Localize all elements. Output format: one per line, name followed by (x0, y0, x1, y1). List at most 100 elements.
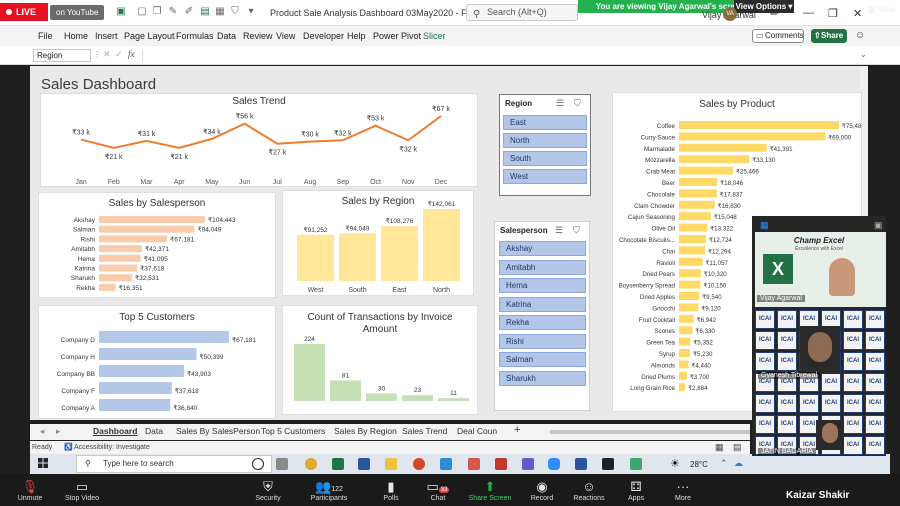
cloud-icon[interactable]: ☁ (734, 458, 743, 469)
restore-icon[interactable]: ❐ (828, 7, 838, 20)
sheet-tab-sales-by-salesperson[interactable]: Sales By SalesPerson (176, 426, 260, 436)
multi-select-icon[interactable]: ☰ (555, 225, 563, 236)
powerpoint-icon[interactable] (413, 458, 425, 470)
multi-select-icon[interactable]: ☰ (556, 98, 564, 109)
video-tile-gyanesh[interactable] (800, 326, 840, 374)
participants-button[interactable]: 👥122 Participants (299, 478, 359, 502)
tab-file[interactable]: File (38, 31, 53, 41)
slicer-item-north[interactable]: North (503, 133, 587, 148)
add-sheet-icon[interactable]: + (514, 424, 520, 436)
prev-sheet-icon[interactable]: ◂ (40, 426, 44, 437)
dropdown-icon[interactable]: ▾ (246, 7, 256, 17)
expand-formula-icon[interactable]: ⌄ (860, 50, 867, 59)
participant-tile[interactable]: ICAI (843, 331, 863, 350)
participant-tile[interactable]: ICAI (843, 415, 863, 434)
participant-tile[interactable]: ICAI (865, 331, 885, 350)
brush-icon[interactable]: ✎ (168, 7, 178, 17)
formula-input[interactable] (142, 49, 862, 62)
cortana-icon[interactable] (252, 458, 264, 470)
participant-tile[interactable]: ICAI (843, 436, 863, 455)
slicer-item-amitabh[interactable]: Amitabh (499, 260, 586, 275)
participant-tile[interactable]: ICAI (865, 415, 885, 434)
sales-trend-panel[interactable]: Sales Trend ₹33 k Jan ₹21 k Feb ₹31 k Mar ₹21 … (40, 93, 478, 187)
edit-icon[interactable]: ✐ (184, 7, 194, 17)
tab-help[interactable]: Help (347, 31, 366, 41)
slicer-item-east[interactable]: East (503, 115, 587, 130)
close-icon[interactable]: ✕ (853, 7, 862, 20)
video-tile-jatin[interactable] (816, 420, 844, 450)
zoom-view-button[interactable]: ▦ View (868, 5, 895, 14)
clear-filter-icon[interactable]: ⛉ (574, 98, 581, 109)
smiley-icon[interactable]: ☺ (855, 30, 865, 41)
participant-tile[interactable]: ICAI (799, 394, 819, 413)
clear-filter-icon[interactable]: ⛉ (573, 225, 580, 236)
video-tile-host[interactable]: Champ Excel Excellence with Excel X Vija… (755, 232, 886, 307)
gallery-layout-icon[interactable]: ▦ (760, 220, 769, 231)
participant-tile[interactable]: ICAI (843, 373, 863, 392)
participant-tile[interactable]: ICAI (777, 415, 797, 434)
tab-data[interactable]: Data (217, 31, 236, 41)
participant-tile[interactable]: ICAI (865, 394, 885, 413)
tab-review[interactable]: Review (243, 31, 273, 41)
mail-icon[interactable] (575, 458, 587, 470)
comments-button[interactable]: ▭ Comments (752, 29, 804, 43)
confirm-icon[interactable]: ✓ (115, 49, 123, 60)
slicer-item-hema[interactable]: Hema (499, 278, 586, 293)
region-slicer[interactable]: Region ☰ ⛉ East North South West (499, 94, 591, 196)
live-badge[interactable]: LIVE (0, 3, 48, 21)
participant-tile[interactable]: ICAI (865, 373, 885, 392)
accessibility-status[interactable]: Accessibility: Investigate (74, 444, 150, 451)
screen-icon[interactable] (440, 458, 452, 470)
tray-up-icon[interactable]: ⌃ (720, 458, 728, 469)
share-button[interactable]: ⇧ Share (811, 29, 847, 43)
minimize-icon[interactable]: — (803, 7, 814, 19)
windows-start-icon[interactable] (38, 458, 48, 468)
participant-tile[interactable]: ICAI (755, 352, 775, 371)
file-explorer-icon[interactable] (385, 458, 397, 470)
next-sheet-icon[interactable]: ▸ (56, 426, 60, 437)
zoom-app-icon[interactable] (548, 458, 560, 470)
participant-tile[interactable]: ICAI (821, 394, 841, 413)
word-icon[interactable] (358, 458, 370, 470)
sheet-tab-data[interactable]: Data (145, 426, 163, 436)
participant-tile[interactable]: ICAI (821, 373, 841, 392)
name-box[interactable]: Region (33, 49, 91, 62)
chrome-icon[interactable] (305, 458, 317, 470)
save-icon[interactable]: ▣ (116, 7, 126, 17)
participant-tile[interactable]: ICAI (777, 394, 797, 413)
transactions-panel[interactable]: Count of Transactions by Invoice Amount 2… (282, 305, 478, 415)
participant-tile[interactable]: ICAI (755, 310, 775, 329)
pen-icon[interactable]: ✏ (770, 7, 779, 20)
more-icon[interactable]: ⋮ (93, 50, 101, 59)
participant-tile[interactable]: ICAI (865, 310, 885, 329)
tab-view[interactable]: View (276, 31, 295, 41)
tab-formulas[interactable]: Formulas (176, 31, 214, 41)
chat-button[interactable]: ▭ 33 Chat (408, 478, 468, 502)
participant-tile[interactable]: ICAI (777, 310, 797, 329)
participant-tile[interactable]: ICAI (777, 352, 797, 371)
fx-label[interactable]: fx (128, 49, 135, 59)
copy-icon[interactable]: ❐ (152, 7, 162, 17)
participant-tile[interactable]: ICAI (843, 394, 863, 413)
slicer-item-west[interactable]: West (503, 169, 587, 184)
participant-tile[interactable]: ICAI (843, 352, 863, 371)
cancel-icon[interactable]: ✕ (103, 49, 111, 60)
sticky-icon[interactable] (602, 458, 614, 470)
horizontal-scrollbar[interactable] (550, 430, 750, 434)
teams-icon[interactable] (522, 458, 534, 470)
slicer-item-sharukh[interactable]: Sharukh (499, 371, 586, 386)
sheet-tab-top-5-customers[interactable]: Top 5 Customers (261, 426, 325, 436)
stop-video-button[interactable]: ▭ Stop Video (52, 478, 112, 502)
slicer-item-rishi[interactable]: Rishi (499, 334, 586, 349)
gallery-expand-icon[interactable]: ▣ (874, 220, 883, 231)
page-layout-icon[interactable]: ▤ (733, 442, 742, 453)
participant-tile[interactable]: ICAI (755, 415, 775, 434)
slicer-item-south[interactable]: South (503, 151, 587, 166)
sales-by-salesperson-panel[interactable]: Sales by Salesperson Akshay ₹104,443 Salma… (38, 192, 276, 298)
slicer-item-akshay[interactable]: Akshay (499, 241, 586, 256)
search-box[interactable]: ⚲ Search (Alt+Q) (466, 4, 578, 21)
user-avatar[interactable]: VA (723, 7, 737, 21)
top-customers-panel[interactable]: Top 5 Customers Company D ₹67,181 Company … (38, 305, 276, 419)
image-icon[interactable]: ▦ (215, 7, 225, 17)
normal-view-icon[interactable]: ▦ (715, 442, 724, 453)
